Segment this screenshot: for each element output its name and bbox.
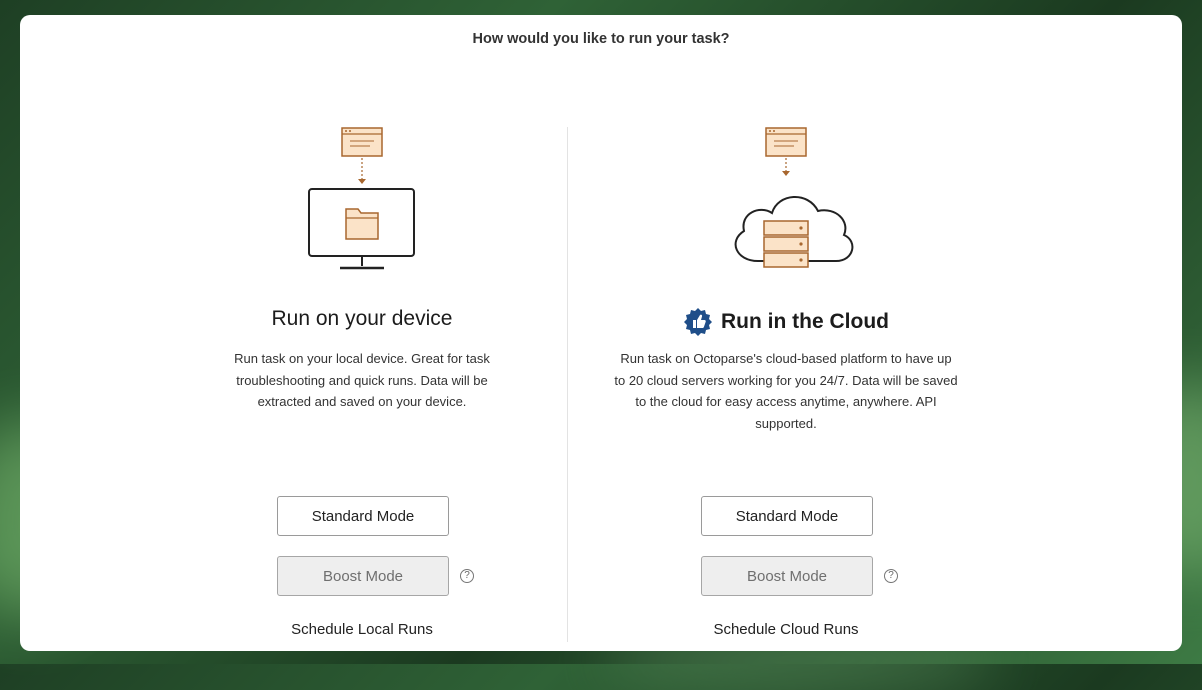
- column-divider: [567, 127, 568, 642]
- local-boost-mode-button[interactable]: Boost Mode: [277, 556, 449, 596]
- cloud-desc-line: to the cloud for easy access anytime, an…: [635, 394, 937, 409]
- cloud-description: Run task on Octoparse's cloud-based plat…: [590, 348, 982, 434]
- local-desc-line: Run task on your local device. Great for…: [234, 351, 490, 366]
- local-description: Run task on your local device. Great for…: [172, 348, 552, 413]
- cloud-heading: Run in the Cloud: [596, 307, 976, 337]
- cloud-boost-mode-button[interactable]: Boost Mode: [701, 556, 873, 596]
- monitor-folder-icon: [308, 127, 415, 270]
- local-boost-help-icon[interactable]: ?: [460, 569, 474, 583]
- cloud-server-icon: [734, 127, 854, 268]
- cloud-desc-line: Run task on Octoparse's cloud-based plat…: [620, 351, 952, 366]
- cloud-desc-line: to 20 cloud servers working for you 24/7…: [614, 372, 958, 388]
- run-task-dialog: How would you like to run your task? Run…: [20, 15, 1182, 651]
- local-heading-text: Run on your device: [271, 307, 453, 330]
- run-cloud-option: Run in the Cloud Run task on Octoparse's…: [596, 15, 976, 651]
- cloud-standard-mode-button[interactable]: Standard Mode: [701, 496, 873, 536]
- local-standard-mode-button[interactable]: Standard Mode: [277, 496, 449, 536]
- run-local-option: Run on your device Run task on your loca…: [172, 15, 552, 651]
- local-desc-line: troubleshooting and quick runs. Data wil…: [236, 372, 488, 388]
- cloud-heading-text: Run in the Cloud: [721, 310, 889, 333]
- thumbs-up-badge-icon: [684, 308, 712, 336]
- local-desc-line: extracted and saved on your device.: [257, 394, 467, 409]
- cloud-desc-line: supported.: [755, 415, 817, 431]
- schedule-local-runs-link[interactable]: Schedule Local Runs: [172, 621, 552, 638]
- schedule-cloud-runs-link[interactable]: Schedule Cloud Runs: [596, 621, 976, 638]
- local-heading: Run on your device: [172, 307, 552, 331]
- cloud-boost-help-icon[interactable]: ?: [884, 569, 898, 583]
